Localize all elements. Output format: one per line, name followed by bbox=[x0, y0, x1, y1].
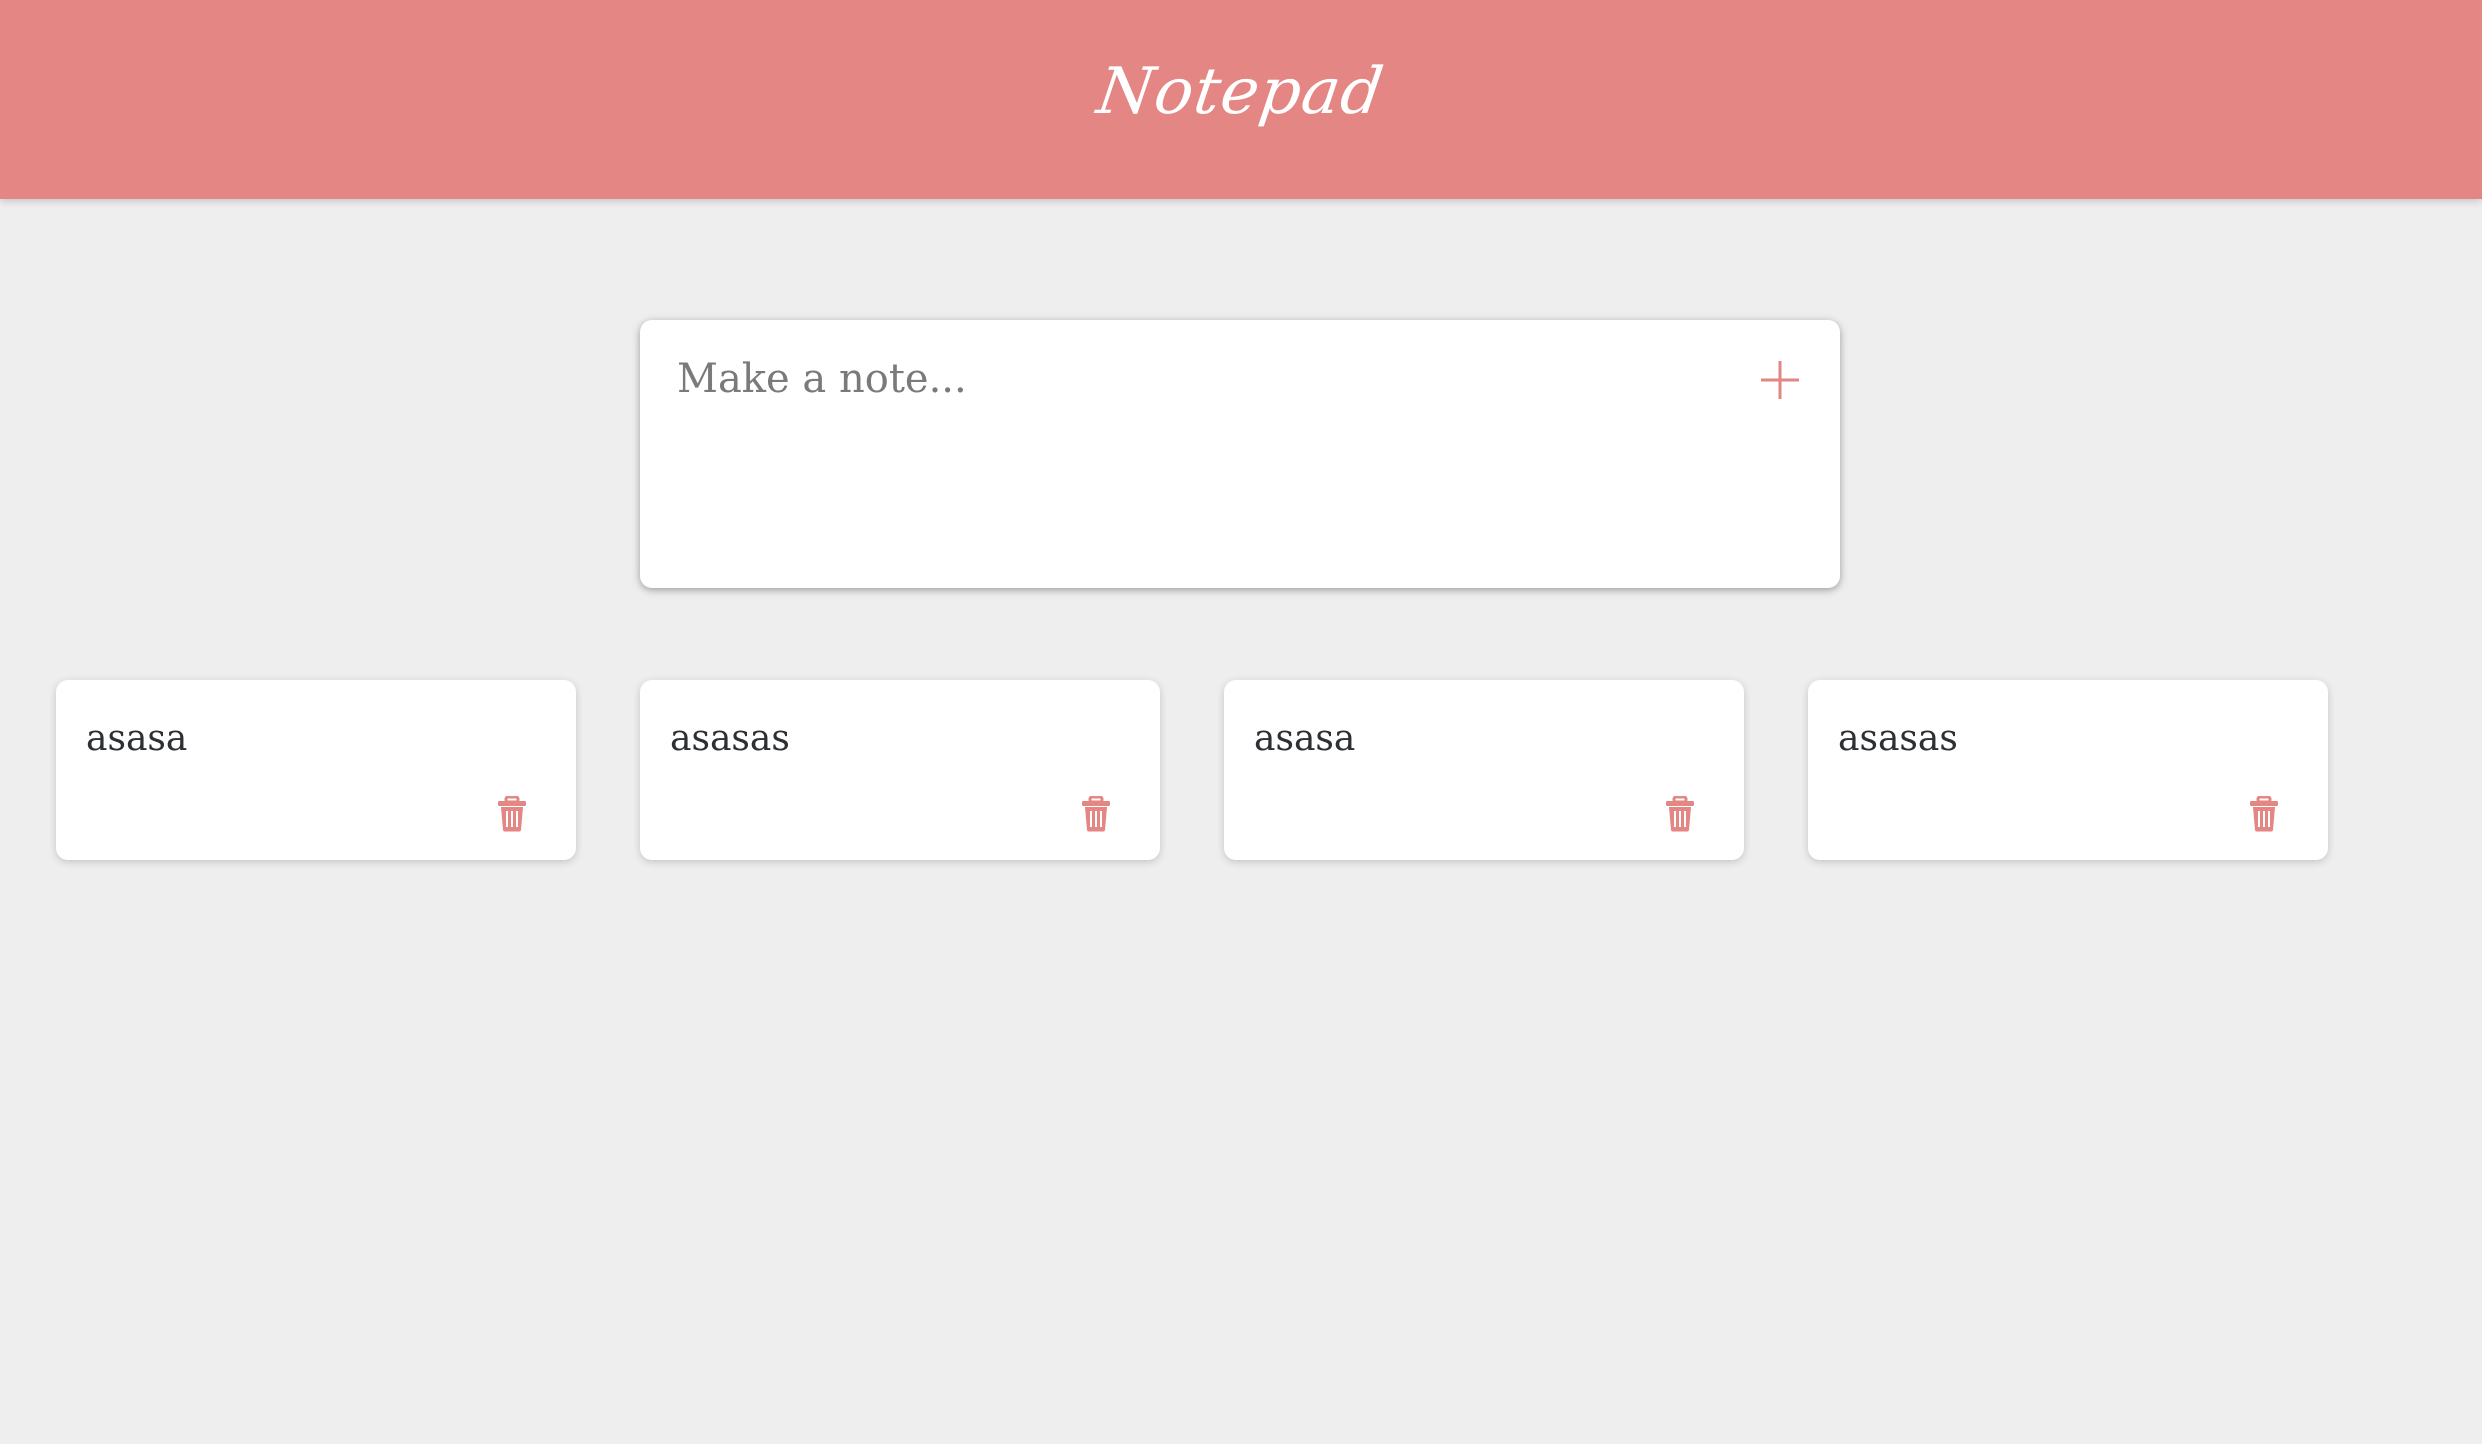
trash-icon bbox=[1666, 796, 1694, 832]
trash-icon bbox=[2250, 796, 2278, 832]
note-text: asasas bbox=[670, 718, 790, 759]
note-input[interactable] bbox=[677, 356, 1677, 546]
note-card: asasa bbox=[1224, 680, 1744, 860]
note-text: asasa bbox=[1254, 718, 1356, 759]
add-note-button[interactable] bbox=[1756, 356, 1804, 404]
note-text: asasas bbox=[1838, 718, 1958, 759]
delete-note-button[interactable] bbox=[1076, 792, 1116, 836]
note-card: asasas bbox=[640, 680, 1160, 860]
trash-icon bbox=[1082, 796, 1110, 832]
delete-note-button[interactable] bbox=[492, 792, 532, 836]
note-card: asasas bbox=[1808, 680, 2328, 860]
app-title: Notepad bbox=[1093, 54, 1389, 129]
note-text: asasa bbox=[86, 718, 188, 759]
delete-note-button[interactable] bbox=[2244, 792, 2284, 836]
delete-note-button[interactable] bbox=[1660, 792, 1700, 836]
notes-grid: asasa asasas asasa asasas bbox=[0, 0, 2482, 1444]
app-header: Notepad bbox=[0, 0, 2482, 199]
plus-icon bbox=[1761, 361, 1799, 399]
note-composer bbox=[640, 320, 1840, 588]
trash-icon bbox=[498, 796, 526, 832]
note-card: asasa bbox=[56, 680, 576, 860]
